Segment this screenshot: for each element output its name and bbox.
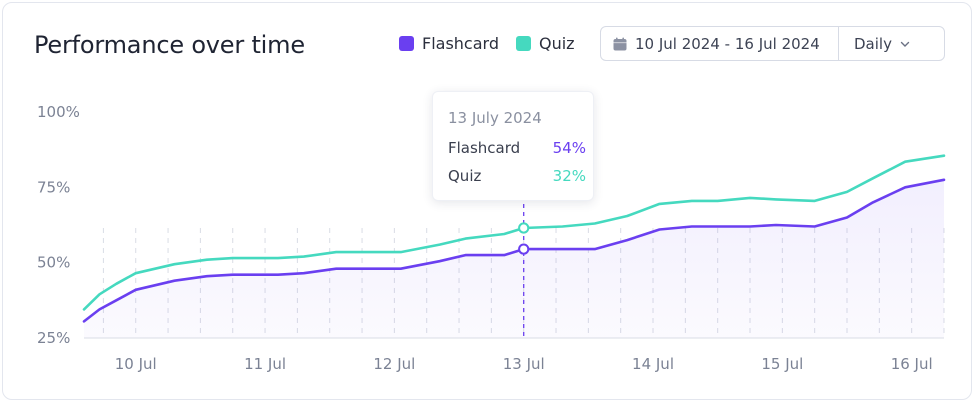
chart-tooltip: 13 July 2024 Flashcard 54% Quiz 32% xyxy=(432,91,594,201)
line-chart: 25% 50% 75% 100% 10 Jul 11 Jul 12 Jul 13 Jul 14… xyxy=(37,103,946,373)
x-axis-labels: 10 Jul 11 Jul 12 Jul 13 Jul 14 Jul 15 Jul 16 J… xyxy=(115,355,933,373)
x-tick-label: 10 Jul xyxy=(115,355,157,373)
x-tick-label: 11 Jul xyxy=(244,355,286,373)
tooltip-date: 13 July 2024 xyxy=(448,109,542,127)
x-tick-label: 15 Jul xyxy=(761,355,803,373)
x-tick-label: 12 Jul xyxy=(373,355,415,373)
x-tick-label: 14 Jul xyxy=(632,355,674,373)
tooltip-label-quiz: Quiz xyxy=(448,167,482,185)
highlight-point-flashcard[interactable] xyxy=(518,243,530,255)
highlight-point-quiz[interactable] xyxy=(518,222,530,234)
y-axis-labels: 25% 50% 75% 100% xyxy=(37,103,80,347)
tooltip-value-flashcard: 54% xyxy=(552,139,586,157)
y-tick-label: 100% xyxy=(37,103,80,121)
x-tick-label: 13 Jul xyxy=(503,355,545,373)
y-tick-label: 75% xyxy=(37,178,70,196)
x-tick-label: 16 Jul xyxy=(891,355,933,373)
tooltip-value-quiz: 32% xyxy=(552,167,586,185)
y-tick-label: 50% xyxy=(37,254,70,272)
tooltip-label-flashcard: Flashcard xyxy=(448,139,521,157)
tooltip-row-quiz: Quiz 32% xyxy=(448,167,586,185)
tooltip-row-flashcard: Flashcard 54% xyxy=(448,139,586,157)
y-tick-label: 25% xyxy=(37,329,70,347)
